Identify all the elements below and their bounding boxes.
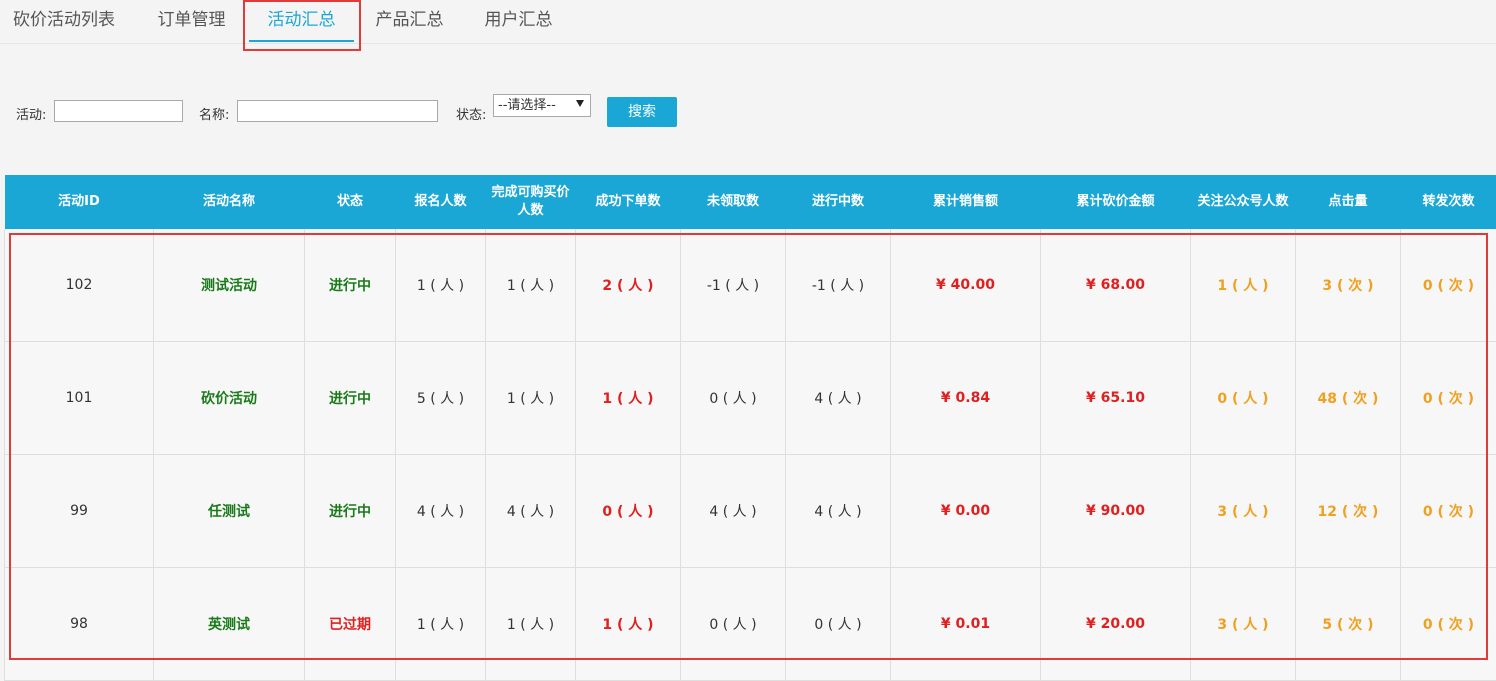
cell-total-sales: ¥ 0.01 (891, 568, 1041, 681)
cell-activity-name: 砍价活动 (154, 342, 305, 455)
header-activity-id: 活动ID (5, 175, 154, 229)
cell-signups: 1 ( 人 ) (396, 229, 486, 342)
cell-successful-orders: 2 ( 人 ) (576, 229, 681, 342)
name-filter-label: 名称: (199, 104, 229, 123)
cell-total-sales: ¥ 0.00 (891, 455, 1041, 568)
cell-clicks: 3 ( 次 ) (1296, 229, 1401, 342)
cell-status: 已过期 (305, 568, 396, 681)
cell-successful-orders: 1 ( 人 ) (576, 342, 681, 455)
cell-unclaimed: 0 ( 人 ) (681, 568, 786, 681)
header-in-progress: 进行中数 (786, 175, 891, 229)
cell-signups: 1 ( 人 ) (396, 568, 486, 681)
cell-total-sales: ¥ 40.00 (891, 229, 1041, 342)
cell-completed-purchasable: 4 ( 人 ) (486, 455, 576, 568)
tab-label: 订单管理 (158, 10, 226, 30)
table-row: 98 英测试 已过期 1 ( 人 ) 1 ( 人 ) 1 ( 人 ) 0 ( 人… (5, 568, 1496, 681)
status-select-value: --请选择-- (498, 98, 556, 113)
name-filter-input[interactable] (237, 100, 438, 122)
search-button[interactable]: 搜索 (607, 97, 677, 127)
cell-status: 进行中 (305, 229, 396, 342)
cell-shares: 0 ( 次 ) (1401, 229, 1496, 342)
header-clicks: 点击量 (1296, 175, 1401, 229)
cell-signups: 4 ( 人 ) (396, 455, 486, 568)
tab-label: 用户汇总 (485, 10, 553, 30)
cell-followers: 3 ( 人 ) (1191, 568, 1296, 681)
tab-label: 砍价活动列表 (13, 10, 115, 30)
cell-completed-purchasable: 1 ( 人 ) (486, 229, 576, 342)
header-total-bargain-amount: 累计砍价金额 (1041, 175, 1191, 229)
cell-total-bargain-amount: ¥ 65.10 (1041, 342, 1191, 455)
table-row: 102 测试活动 进行中 1 ( 人 ) 1 ( 人 ) 2 ( 人 ) -1 … (5, 229, 1496, 342)
cell-activity-name: 测试活动 (154, 229, 305, 342)
cell-status: 进行中 (305, 342, 396, 455)
cell-total-bargain-amount: ¥ 20.00 (1041, 568, 1191, 681)
header-shares: 转发次数 (1401, 175, 1496, 229)
cell-completed-purchasable: 1 ( 人 ) (486, 342, 576, 455)
header-completed-purchasable: 完成可购买价人数 (486, 175, 576, 229)
header-followers: 关注公众号人数 (1191, 175, 1296, 229)
tab-bargain-list[interactable]: 砍价活动列表 (0, 0, 128, 42)
tab-label: 产品汇总 (376, 10, 444, 30)
cell-activity-name: 英测试 (154, 568, 305, 681)
cell-unclaimed: 0 ( 人 ) (681, 342, 786, 455)
cell-clicks: 48 ( 次 ) (1296, 342, 1401, 455)
cell-followers: 1 ( 人 ) (1191, 229, 1296, 342)
cell-status: 进行中 (305, 455, 396, 568)
header-status: 状态 (305, 175, 396, 229)
cell-clicks: 5 ( 次 ) (1296, 568, 1401, 681)
cell-followers: 3 ( 人 ) (1191, 455, 1296, 568)
cell-shares: 0 ( 次 ) (1401, 568, 1496, 681)
cell-total-sales: ¥ 0.84 (891, 342, 1041, 455)
cell-in-progress: -1 ( 人 ) (786, 229, 891, 342)
tab-bar: 砍价活动列表 订单管理 活动汇总 产品汇总 用户汇总 (0, 0, 1496, 44)
cell-shares: 0 ( 次 ) (1401, 342, 1496, 455)
table-header-row: 活动ID 活动名称 状态 报名人数 完成可购买价人数 成功下单数 未领取数 进行… (5, 175, 1496, 229)
status-select[interactable]: --请选择-- (493, 94, 591, 117)
table-row: 99 任测试 进行中 4 ( 人 ) 4 ( 人 ) 0 ( 人 ) 4 ( 人… (5, 455, 1496, 568)
cell-unclaimed: 4 ( 人 ) (681, 455, 786, 568)
cell-in-progress: 0 ( 人 ) (786, 568, 891, 681)
cell-activity-id: 99 (5, 455, 154, 568)
cell-in-progress: 4 ( 人 ) (786, 455, 891, 568)
tab-order-management[interactable]: 订单管理 (144, 0, 239, 42)
activity-filter-input[interactable] (54, 100, 183, 122)
dropdown-arrow-icon (576, 100, 584, 107)
cell-followers: 0 ( 人 ) (1191, 342, 1296, 455)
tab-product-summary[interactable]: 产品汇总 (362, 0, 457, 42)
tab-user-summary[interactable]: 用户汇总 (471, 0, 566, 42)
cell-in-progress: 4 ( 人 ) (786, 342, 891, 455)
status-filter-label: 状态: (456, 104, 486, 123)
cell-total-bargain-amount: ¥ 90.00 (1041, 455, 1191, 568)
cell-successful-orders: 1 ( 人 ) (576, 568, 681, 681)
header-activity-name: 活动名称 (154, 175, 305, 229)
cell-signups: 5 ( 人 ) (396, 342, 486, 455)
cell-total-bargain-amount: ¥ 68.00 (1041, 229, 1191, 342)
activity-summary-table: 活动ID 活动名称 状态 报名人数 完成可购买价人数 成功下单数 未领取数 进行… (4, 175, 1496, 681)
cell-successful-orders: 0 ( 人 ) (576, 455, 681, 568)
header-signups: 报名人数 (396, 175, 486, 229)
cell-completed-purchasable: 1 ( 人 ) (486, 568, 576, 681)
table-row: 101 砍价活动 进行中 5 ( 人 ) 1 ( 人 ) 1 ( 人 ) 0 (… (5, 342, 1496, 455)
cell-unclaimed: -1 ( 人 ) (681, 229, 786, 342)
cell-activity-id: 102 (5, 229, 154, 342)
activity-filter-label: 活动: (16, 104, 46, 123)
header-total-sales: 累计销售额 (891, 175, 1041, 229)
cell-activity-name: 任测试 (154, 455, 305, 568)
cell-activity-id: 101 (5, 342, 154, 455)
cell-shares: 0 ( 次 ) (1401, 455, 1496, 568)
header-unclaimed: 未领取数 (681, 175, 786, 229)
tab-highlight-box (243, 0, 361, 51)
header-successful-orders: 成功下单数 (576, 175, 681, 229)
cell-clicks: 12 ( 次 ) (1296, 455, 1401, 568)
cell-activity-id: 98 (5, 568, 154, 681)
